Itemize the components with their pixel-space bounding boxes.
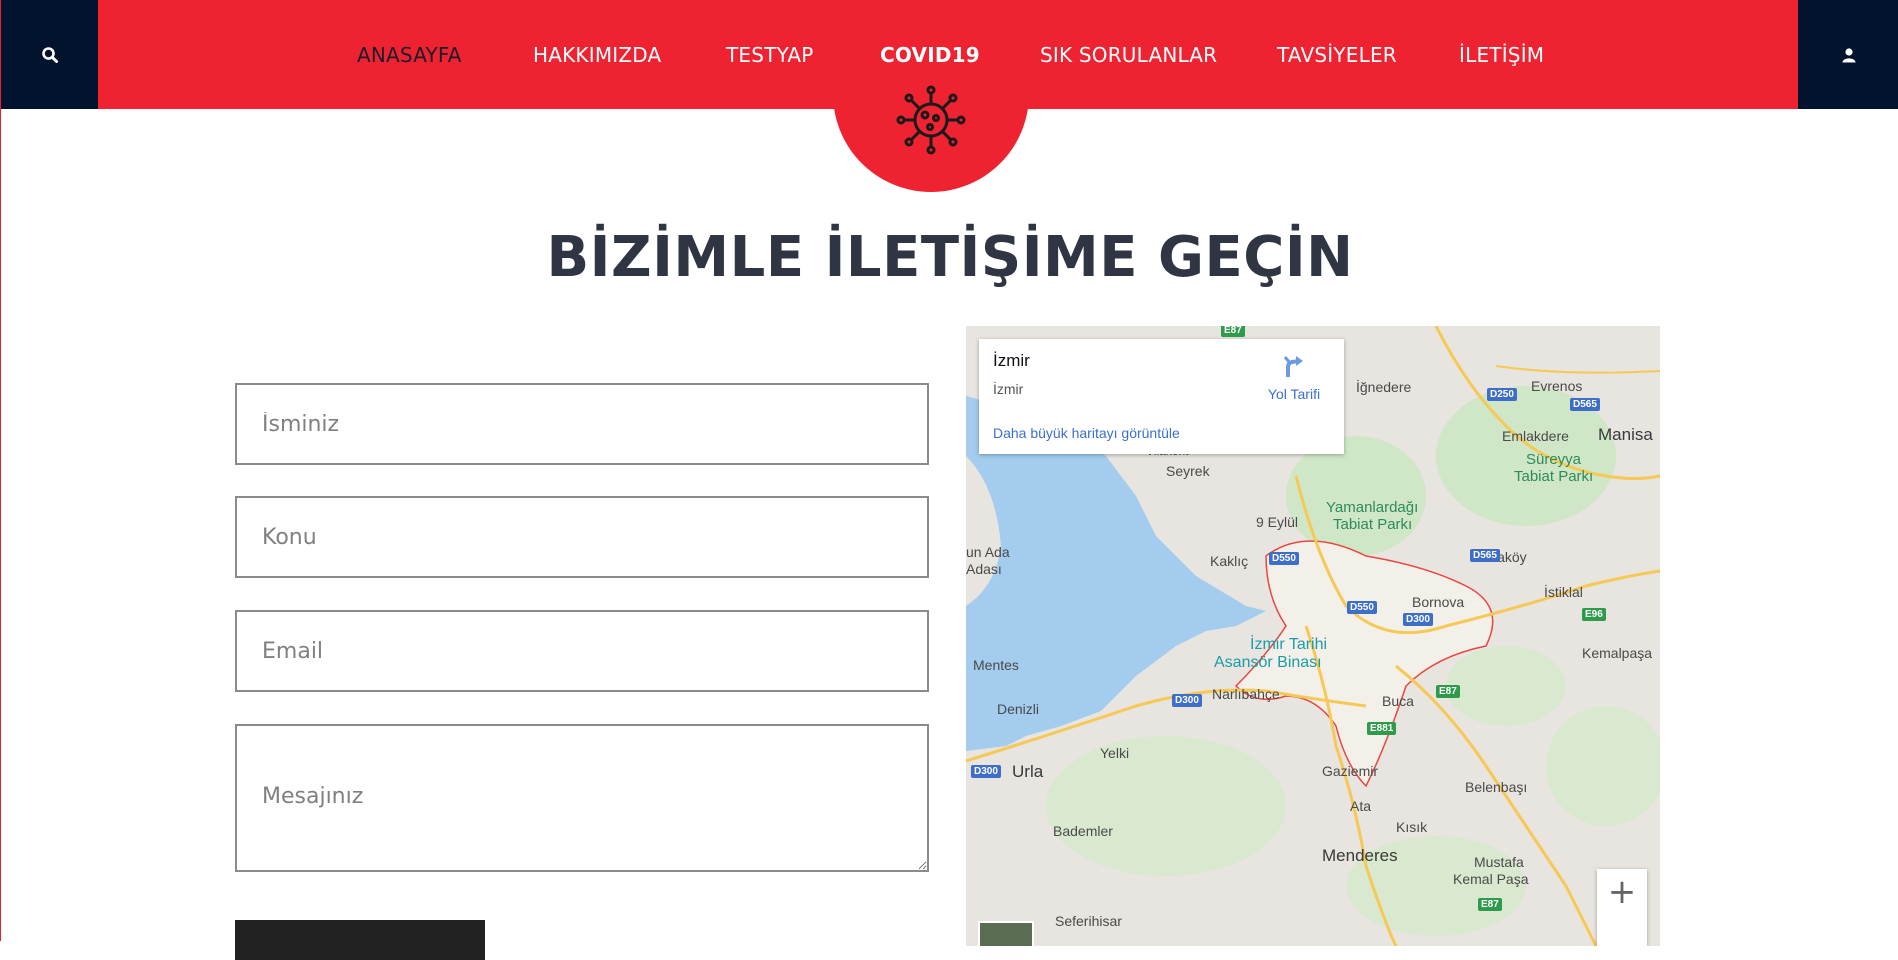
- directions-label: Yol Tarifi: [1267, 386, 1321, 402]
- subject-input[interactable]: [235, 496, 929, 578]
- map-info-card: İzmir İzmir Yol Tarifi Daha büyük harita…: [979, 339, 1344, 454]
- map-place-seferihisar: Seferihisar: [1055, 913, 1122, 929]
- map-place-evrenos: Evrenos: [1531, 378, 1583, 394]
- zoom-in-button[interactable]: +: [1597, 869, 1647, 946]
- directions-icon: [1283, 356, 1303, 377]
- map-place-kemalpasa: Kemalpaşa: [1582, 645, 1653, 661]
- road-badge: E87: [1478, 898, 1502, 911]
- road-badge: D300: [1403, 613, 1433, 626]
- message-textarea[interactable]: [235, 724, 929, 872]
- nav-item-sik-sorulanlar[interactable]: SIK SORULANLAR: [1040, 43, 1217, 67]
- map-place-title: İzmir: [993, 351, 1030, 370]
- map-place-yamanlardagi-park: Tabiat Parkı: [1333, 516, 1413, 533]
- map-place-9-eylul: 9 Eylül: [1256, 514, 1299, 530]
- map-place-ata: Ata: [1350, 798, 1372, 814]
- map-place-bornova: Bornova: [1412, 594, 1465, 610]
- map-place-denizli: Denizli: [997, 701, 1040, 717]
- view-larger-map-link[interactable]: Daha büyük haritayı görüntüle: [993, 425, 1180, 441]
- road-badge: D550: [1347, 601, 1377, 614]
- map-place-urla: Urla: [1012, 762, 1044, 781]
- map-place-bademler: Bademler: [1053, 823, 1113, 839]
- map-place-un-ada: un Ada: [966, 544, 1010, 560]
- road-badge: D550: [1269, 552, 1299, 565]
- submit-button[interactable]: [235, 920, 485, 960]
- map-place-mentes: Mentes: [973, 657, 1019, 673]
- nav-item-testyap[interactable]: TESTYAP: [726, 43, 814, 67]
- nav-item-iletisim[interactable]: İLETİŞİM: [1459, 43, 1544, 67]
- main-nav: ANASAYFA HAKKIMIZDA TESTYAP COVID19 SIK …: [1, 0, 1898, 109]
- page-title: BİZİMLE İLETİŞİME GEÇİN: [546, 225, 1354, 290]
- plus-icon: +: [1607, 872, 1637, 912]
- map-place-kaklic: Kaklıç: [1210, 553, 1249, 569]
- map-place-adasi: Adası: [966, 561, 1002, 577]
- map-place-sureyya-park: Tabiat Parkı: [1514, 468, 1594, 485]
- map-place-asansor-binasi: Asansör Binası: [1214, 654, 1322, 671]
- map-place-istiklal: İstiklal: [1544, 584, 1583, 600]
- map-place-seyrek: Seyrek: [1166, 463, 1210, 479]
- map-place-belenbasi: Belenbaşı: [1465, 779, 1528, 795]
- map-type-thumbnail[interactable]: [978, 921, 1034, 946]
- road-badge: E96: [1582, 608, 1606, 621]
- map-place-kemal-pasa: Kemal Paşa: [1453, 871, 1529, 887]
- map-place-narlibahce: Narlıbahçe: [1212, 686, 1280, 702]
- nav-item-covid19[interactable]: COVID19: [880, 43, 980, 67]
- road-badge: E87: [1436, 685, 1460, 698]
- map-place-ignedere: İğnedere: [1356, 379, 1412, 395]
- map-place-izmir-tarihi: İzmir Tarihi: [1250, 636, 1328, 653]
- road-badge: E881: [1367, 722, 1397, 735]
- road-badge: E87: [1221, 326, 1245, 337]
- map-place-sureyya: Süreyya: [1526, 451, 1582, 468]
- map-place-yelki: Yelki: [1100, 745, 1130, 761]
- road-badge: D565: [1570, 398, 1600, 411]
- nav-item-anasayfa[interactable]: ANASAYFA: [357, 43, 462, 67]
- map-place-buca: Buca: [1382, 693, 1414, 709]
- map-place-mustafa: Mustafa: [1474, 854, 1524, 870]
- map-place-kisik: Kısık: [1396, 819, 1428, 835]
- map-place-gaziemir: Gaziemir: [1322, 763, 1379, 779]
- map-place-yamanlardagi: Yamanlardağı: [1326, 499, 1419, 516]
- directions-button[interactable]: Yol Tarifi: [1259, 353, 1329, 402]
- map-place-emlakdere: Emlakdere: [1502, 428, 1569, 444]
- map-place-subtitle: İzmir: [993, 381, 1024, 397]
- nav-item-tavsiyeler[interactable]: TAVSİYELER: [1277, 43, 1397, 67]
- name-input[interactable]: [235, 383, 929, 465]
- nav-item-hakkimizda[interactable]: HAKKIMIZDA: [533, 43, 661, 67]
- road-badge: D565: [1470, 549, 1500, 562]
- embedded-map[interactable]: İğnedere Evrenos Emlakdere Manisa Süreyy…: [966, 326, 1660, 946]
- email-input[interactable]: [235, 610, 929, 692]
- road-badge: D300: [1172, 694, 1202, 707]
- map-place-manisa: Manisa: [1598, 425, 1653, 444]
- map-place-menderes: Menderes: [1322, 846, 1398, 865]
- road-badge: D250: [1487, 388, 1517, 401]
- road-badge: D300: [971, 765, 1001, 778]
